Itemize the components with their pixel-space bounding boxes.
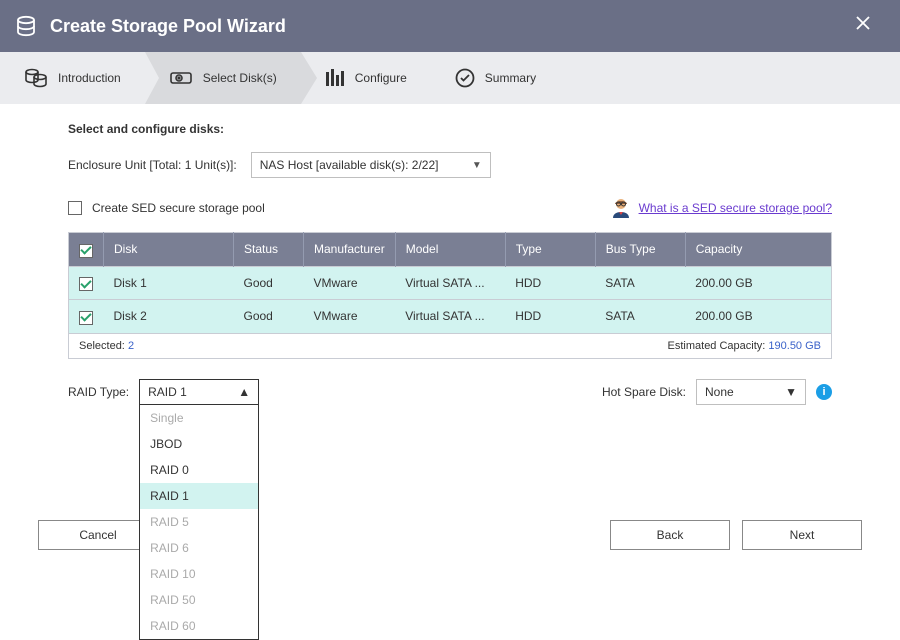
cell-disk: Disk 2 bbox=[104, 300, 234, 334]
info-icon[interactable]: i bbox=[816, 384, 832, 400]
enclosure-select[interactable]: NAS Host [available disk(s): 2/22] ▼ bbox=[251, 152, 491, 178]
select-all-checkbox[interactable] bbox=[79, 244, 93, 258]
col-capacity[interactable]: Capacity bbox=[685, 233, 831, 267]
step-label: Summary bbox=[485, 71, 536, 85]
raid-option: RAID 5 bbox=[140, 509, 258, 535]
raid-type-label: RAID Type: bbox=[68, 385, 129, 399]
close-icon[interactable] bbox=[854, 14, 884, 35]
configure-icon bbox=[325, 69, 345, 87]
selected-label: Selected: bbox=[79, 340, 125, 352]
step-label: Select Disk(s) bbox=[203, 71, 277, 85]
cell-model: Virtual SATA ... bbox=[395, 266, 505, 300]
sed-checkbox[interactable] bbox=[68, 201, 82, 215]
estimated-label: Estimated Capacity: bbox=[668, 340, 766, 352]
sed-checkbox-label: Create SED secure storage pool bbox=[92, 201, 265, 215]
cell-bus-type: SATA bbox=[595, 266, 685, 300]
raid-type-select[interactable]: RAID 1 ▲ bbox=[139, 379, 259, 405]
step-label: Introduction bbox=[58, 71, 121, 85]
raid-option: RAID 10 bbox=[140, 561, 258, 587]
step-summary[interactable]: Summary bbox=[431, 52, 560, 104]
step-introduction[interactable]: Introduction bbox=[0, 52, 145, 104]
next-button[interactable]: Next bbox=[742, 520, 862, 550]
hotspare-select[interactable]: None ▼ bbox=[696, 379, 806, 405]
raid-option[interactable]: RAID 0 bbox=[140, 457, 258, 483]
raid-option: RAID 60 bbox=[140, 613, 258, 639]
cell-capacity: 200.00 GB bbox=[685, 300, 831, 334]
col-status[interactable]: Status bbox=[234, 233, 304, 267]
raid-type-dropdown[interactable]: SingleJBODRAID 0RAID 1RAID 5RAID 6RAID 1… bbox=[139, 404, 259, 640]
cell-disk: Disk 1 bbox=[104, 266, 234, 300]
hotspare-value: None bbox=[705, 385, 734, 399]
window-title: Create Storage Pool Wizard bbox=[50, 16, 286, 37]
wizard-steps: Introduction Select Disk(s) Configure Su… bbox=[0, 52, 900, 104]
storage-pool-icon bbox=[14, 14, 38, 38]
prompt-text: Select and configure disks: bbox=[68, 122, 832, 136]
cell-type: HDD bbox=[505, 266, 595, 300]
caret-down-icon: ▼ bbox=[785, 385, 797, 399]
raid-option: RAID 50 bbox=[140, 587, 258, 613]
raid-type-value: RAID 1 bbox=[148, 385, 187, 399]
cell-manufacturer: VMware bbox=[304, 300, 396, 334]
raid-option[interactable]: RAID 1 bbox=[140, 483, 258, 509]
raid-option: Single bbox=[140, 405, 258, 431]
caret-down-icon: ▼ bbox=[472, 160, 482, 171]
row-checkbox[interactable] bbox=[79, 311, 93, 325]
step-select-disks[interactable]: Select Disk(s) bbox=[145, 52, 301, 104]
cell-model: Virtual SATA ... bbox=[395, 300, 505, 334]
cell-manufacturer: VMware bbox=[304, 266, 396, 300]
table-footer: Selected: 2 Estimated Capacity: 190.50 G… bbox=[68, 334, 832, 359]
titlebar: Create Storage Pool Wizard bbox=[0, 0, 900, 52]
enclosure-label: Enclosure Unit [Total: 1 Unit(s)]: bbox=[68, 158, 237, 172]
col-manufacturer[interactable]: Manufacturer bbox=[304, 233, 396, 267]
raid-option: RAID 6 bbox=[140, 535, 258, 561]
enclosure-value: NAS Host [available disk(s): 2/22] bbox=[260, 158, 439, 172]
selected-count: 2 bbox=[128, 340, 134, 352]
step-configure[interactable]: Configure bbox=[301, 52, 431, 104]
cell-bus-type: SATA bbox=[595, 300, 685, 334]
col-model[interactable]: Model bbox=[395, 233, 505, 267]
help-avatar-icon bbox=[609, 196, 633, 220]
cell-type: HDD bbox=[505, 300, 595, 334]
disk-icon bbox=[169, 69, 193, 87]
col-bus-type[interactable]: Bus Type bbox=[595, 233, 685, 267]
cell-status: Good bbox=[234, 300, 304, 334]
cell-capacity: 200.00 GB bbox=[685, 266, 831, 300]
estimated-value: 190.50 GB bbox=[768, 340, 821, 352]
summary-icon bbox=[455, 68, 475, 88]
hotspare-label: Hot Spare Disk: bbox=[602, 385, 686, 399]
table-row[interactable]: Disk 2GoodVMwareVirtual SATA ...HDDSATA2… bbox=[69, 300, 832, 334]
col-type[interactable]: Type bbox=[505, 233, 595, 267]
caret-up-icon: ▲ bbox=[238, 385, 250, 399]
back-button[interactable]: Back bbox=[610, 520, 730, 550]
row-checkbox[interactable] bbox=[79, 277, 93, 291]
raid-option[interactable]: JBOD bbox=[140, 431, 258, 457]
cell-status: Good bbox=[234, 266, 304, 300]
sed-help-link[interactable]: What is a SED secure storage pool? bbox=[639, 201, 832, 215]
table-row[interactable]: Disk 1GoodVMwareVirtual SATA ...HDDSATA2… bbox=[69, 266, 832, 300]
col-disk[interactable]: Disk bbox=[104, 233, 234, 267]
step-label: Configure bbox=[355, 71, 407, 85]
disk-table: Disk Status Manufacturer Model Type Bus … bbox=[68, 232, 832, 334]
introduction-icon bbox=[24, 67, 48, 89]
